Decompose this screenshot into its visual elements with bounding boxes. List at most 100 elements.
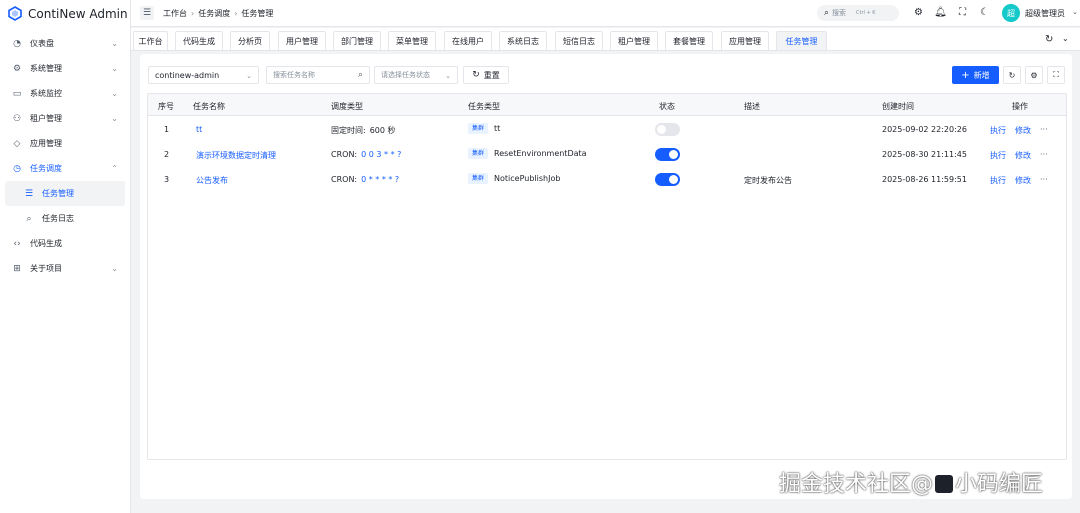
sidebar-item-apps[interactable]: ◇ 应用管理 [0,131,130,156]
tab-menus[interactable]: 菜单管理 [388,31,436,50]
run-link[interactable]: 执行 [990,150,1006,161]
schedule-type-label: 固定时间: [331,126,366,135]
status-toggle[interactable] [655,148,680,161]
column-settings-button[interactable]: ⚙ [1025,66,1043,84]
task-table: 序号 任务名称 调度类型 任务类型 状态 描述 创建时间 操作 1 tt 固定时… [147,93,1067,460]
sidebar-item-label: 租户管理 [30,114,62,123]
brand[interactable]: ContiNew Admin [0,0,130,27]
page-tabs: 工作台 代码生成 分析页 用户管理 部门管理 菜单管理 在线用户 系统日志 短信… [131,28,1080,51]
moon-icon[interactable]: ☾ [979,7,990,18]
chevron-down-icon: ⌄ [246,72,252,80]
schedule-type-label: CRON: [331,175,358,184]
fullscreen-table-button[interactable]: ⛶ [1047,66,1065,84]
tab-system-log[interactable]: 系统日志 [499,31,547,50]
tab-tenants[interactable]: 租户管理 [610,31,658,50]
breadcrumb-item[interactable]: 工作台 [163,8,187,19]
reset-label: 重置 [483,70,500,80]
fullscreen-icon[interactable]: ⛶ [957,7,968,18]
sidebar-item-tenant[interactable]: ⚇ 租户管理 ⌄ [0,106,130,131]
breadcrumb-separator-icon: › [191,8,195,18]
search-shortcut: Ctrl + K [856,10,876,16]
run-link[interactable]: 执行 [990,125,1006,136]
edit-link[interactable]: 修改 [1015,125,1031,136]
sidebar-item-codegen[interactable]: ‹› 代码生成 [0,231,130,256]
search-icon: ⌕ [357,70,363,80]
cell-schedule: CRON: 0 * * * * ? [331,175,399,184]
chevron-down-icon: ⌄ [111,89,118,98]
task-name-search-input[interactable]: 搜索任务名称 ⌕ [266,66,370,84]
more-actions-icon[interactable]: ··· [1040,125,1048,134]
group-select[interactable]: continew-admin ⌄ [148,66,259,84]
sidebar-menu: ◔ 仪表盘 ⌄ ⚙ 系统管理 ⌄ ▭ 系统监控 ⌄ ⚇ 租户管理 ⌄ ◇ 应用管 [0,31,130,281]
chevron-down-icon: ⌄ [111,114,118,123]
reset-button[interactable]: ↻ 重置 [463,66,509,84]
search-icon: ⌕ [824,8,830,18]
sidebar: ContiNew Admin ◔ 仪表盘 ⌄ ⚙ 系统管理 ⌄ ▭ 系统监控 ⌄… [0,0,131,513]
tab-analysis[interactable]: 分析页 [230,31,270,50]
tab-users[interactable]: 用户管理 [278,31,326,50]
settings-icon: ⚙ [12,63,22,74]
toggle-knob [669,175,678,184]
tab-codegen[interactable]: 代码生成 [175,31,223,50]
tab-sms-log[interactable]: 短信日志 [555,31,603,50]
breadcrumb-item[interactable]: 任务调度 [198,8,230,19]
tab-task-management[interactable]: 任务管理 [776,31,827,50]
sidebar-item-dashboard[interactable]: ◔ 仪表盘 ⌄ [0,31,130,56]
sidebar-item-monitor[interactable]: ▭ 系统监控 ⌄ [0,81,130,106]
refresh-table-button[interactable]: ↻ [1003,66,1021,84]
cell-task-type: 集群 ResetEnvironmentData [468,148,587,159]
cell-task-name[interactable]: 公告发布 [196,175,228,186]
sidebar-item-task-log[interactable]: ⌕ 任务日志 [0,206,130,231]
cell-task-name[interactable]: 演示环境数据定时清理 [196,150,276,161]
plus-icon: + [961,69,970,81]
column-header-status: 状态 [659,102,675,111]
sidebar-item-scheduling[interactable]: ◷ 任务调度 ⌃ [0,156,130,181]
cell-task-type: 集群 tt [468,123,500,134]
sidebar-item-task-management[interactable]: ☰ 任务管理 [5,181,125,206]
table-row: 1 tt 固定时间: 600 秒 集群 tt 2025-09-02 22:20:26… [148,117,1066,142]
more-actions-icon[interactable]: ··· [1040,175,1048,184]
schedule-value: 0 * * * * ? [361,175,400,184]
tab-workbench[interactable]: 工作台 [133,31,168,50]
sidebar-item-about[interactable]: ⊞ 关于项目 ⌄ [0,256,130,281]
grid-icon: ⊞ [13,263,21,274]
chevron-down-icon[interactable]: ⌄ [1072,8,1078,16]
sidebar-item-label: 系统管理 [30,64,62,73]
global-search[interactable]: ⌕ 搜索 Ctrl + K [817,5,899,21]
tab-departments[interactable]: 部门管理 [333,31,381,50]
tab-apps[interactable]: 应用管理 [721,31,769,50]
refresh-icon[interactable]: ↻ [1045,34,1053,45]
fullscreen-icon: ⛶ [1053,70,1059,79]
status-toggle[interactable] [655,123,680,136]
run-link[interactable]: 执行 [990,175,1006,186]
cell-index: 1 [164,125,170,134]
cell-created-time: 2025-08-30 21:11:45 [882,150,967,159]
cell-schedule: CRON: 0 0 3 * * ? [331,150,401,159]
bell-icon[interactable]: 🔔︎ [934,7,947,18]
watermark-text: 掘金技术社区 [779,472,912,497]
task-status-placeholder: 请选择任务状态 [381,71,430,79]
edit-link[interactable]: 修改 [1015,150,1031,161]
app-icon: ◇ [13,138,21,149]
sidebar-item-system[interactable]: ⚙ 系统管理 ⌄ [0,56,130,81]
tab-online-users[interactable]: 在线用户 [444,31,492,50]
status-toggle[interactable] [655,173,680,186]
column-header-name: 任务名称 [193,102,225,111]
chevron-down-icon[interactable]: ⌄ [1062,34,1069,43]
tab-packages[interactable]: 套餐管理 [665,31,713,50]
task-status-select[interactable]: 请选择任务状态 ⌄ [374,66,458,84]
column-header-type: 任务类型 [468,102,500,111]
cell-created-time: 2025-09-02 22:20:26 [882,125,967,134]
settings-icon[interactable]: ⚙ [913,7,924,18]
breadcrumb-item-current: 任务管理 [241,8,274,18]
sidebar-item-label: 仪表盘 [30,39,54,48]
avatar[interactable]: 超 [1002,4,1020,22]
settings-icon: ⚙ [1030,70,1038,80]
cell-task-name[interactable]: tt [196,125,202,134]
edit-link[interactable]: 修改 [1015,175,1031,186]
more-actions-icon[interactable]: ··· [1040,150,1048,159]
menu-collapse-icon[interactable]: ☰ [140,6,154,20]
username[interactable]: 超级管理员 [1025,8,1065,19]
add-task-button[interactable]: + 新增 [952,66,999,84]
watermark: 掘金技术社区@ 小码编匠 [779,466,1043,498]
